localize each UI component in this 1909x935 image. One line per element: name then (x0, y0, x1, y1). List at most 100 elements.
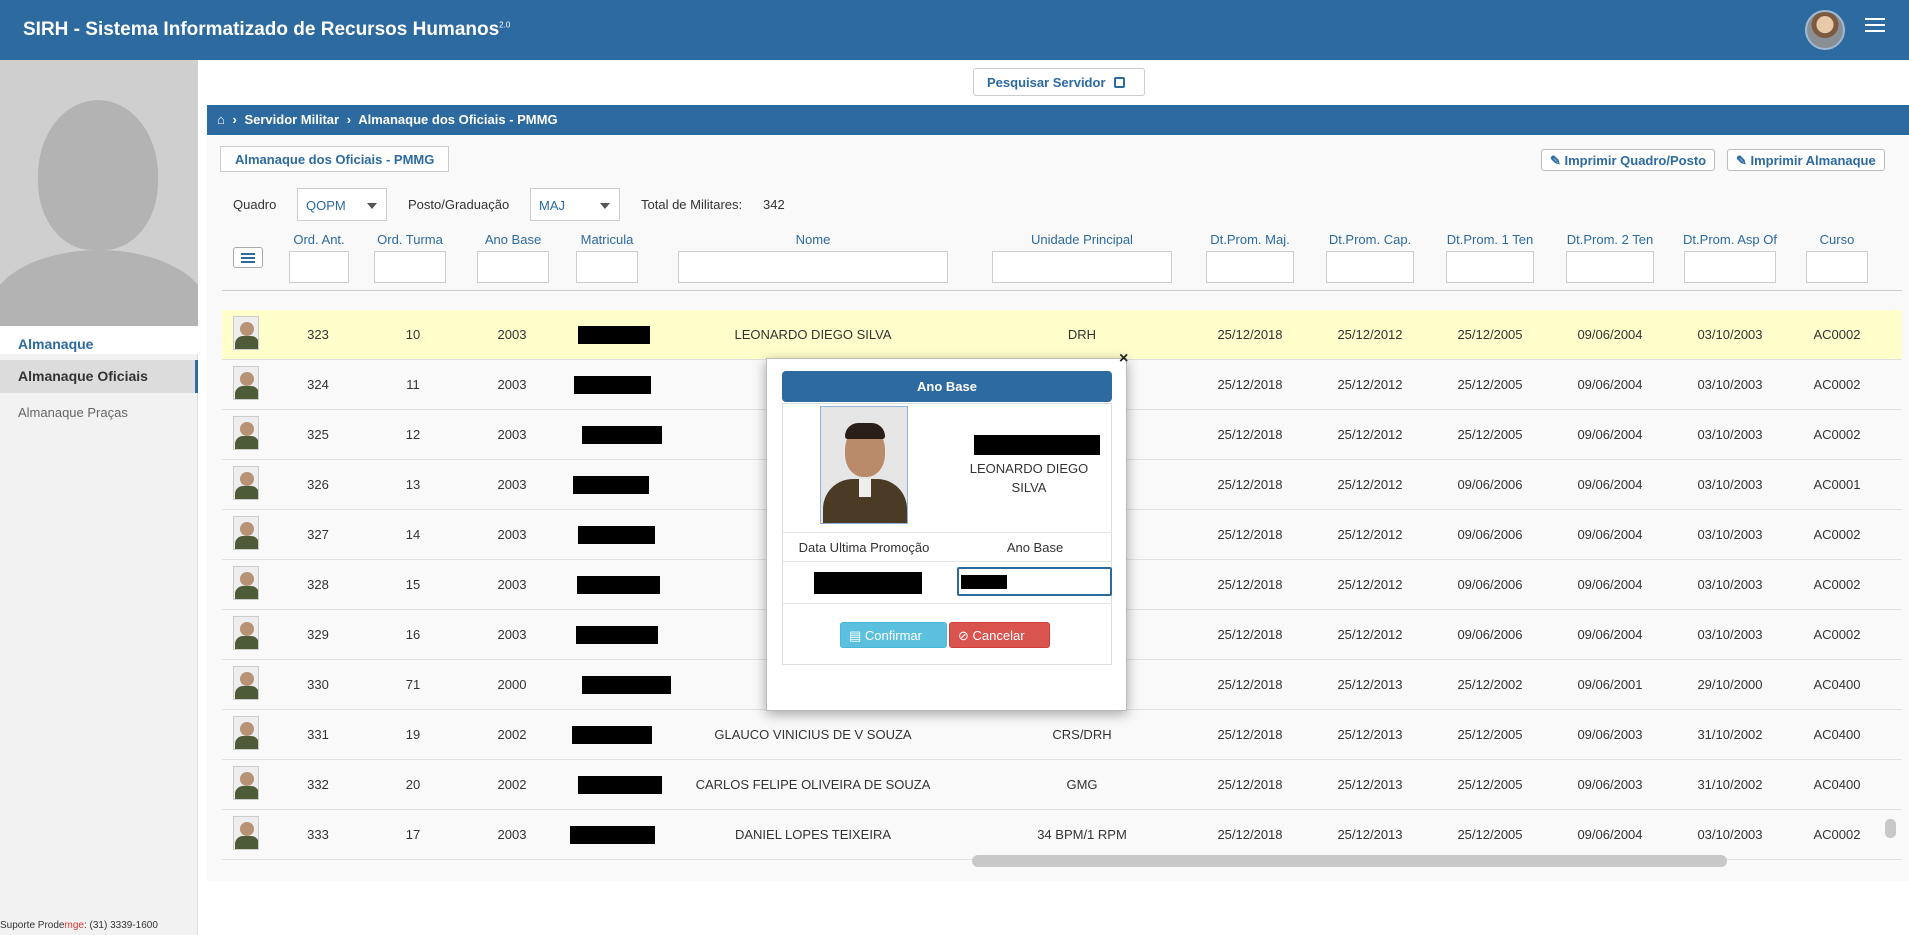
table-cell-maj: 25/12/2018 (1217, 427, 1283, 442)
modal-divider (782, 532, 1112, 533)
column-filter-input[interactable] (576, 251, 638, 283)
table-cell-ano: 2003 (497, 477, 527, 492)
table-cell-maj: 25/12/2018 (1217, 327, 1283, 342)
table-cell-ten2: 09/06/2003 (1577, 727, 1643, 742)
cancel-button[interactable]: ⊘ Cancelar (949, 622, 1050, 648)
column-header[interactable]: Dt.Prom. Asp Of (1664, 232, 1796, 247)
sidebar-section-almanaque[interactable]: Almanaque (0, 326, 198, 354)
table-cell-maj: 25/12/2018 (1217, 677, 1283, 692)
app-version: 2.0 (499, 20, 511, 30)
table-cell-ten1: 25/12/2005 (1457, 727, 1523, 742)
horizontal-scrollbar[interactable] (972, 855, 1727, 867)
table-row[interactable]: 333 17 2003 DANIEL LOPES TEIXEIRA 34 BPM/1 R… (222, 810, 1902, 860)
table-cell-nome: GLAUCO VINICIUS DE V SOUZA (714, 727, 912, 742)
footer-prefix: Suporte Prode (0, 920, 65, 931)
column-filter-input[interactable] (1206, 251, 1294, 283)
redacted-ano-base-value (961, 575, 1007, 589)
close-icon[interactable]: × (1119, 350, 1128, 368)
column-filter-input[interactable] (1806, 251, 1868, 283)
column-header[interactable]: Ano Base (457, 232, 569, 247)
column-header[interactable]: Curso (1786, 232, 1888, 247)
table-cell-cap: 25/12/2013 (1337, 727, 1403, 742)
column-filter-input[interactable] (1566, 251, 1654, 283)
tab-almanaque-oficiais[interactable]: Almanaque dos Oficiais - PMMG (220, 146, 450, 172)
officer-thumbnail[interactable] (233, 766, 259, 800)
table-cell-ano: 2003 (497, 327, 527, 342)
table-cell-ord: 331 (307, 727, 329, 742)
posto-select-value: MAJ (539, 198, 565, 213)
column-header[interactable]: Matricula (556, 232, 658, 247)
column-filter-input[interactable] (1684, 251, 1776, 283)
print-almanaque-button[interactable]: ✎ Imprimir Almanaque (1727, 149, 1885, 171)
officer-thumbnail[interactable] (233, 716, 259, 750)
column-filter-input[interactable] (678, 251, 948, 283)
table-cell-maj: 25/12/2018 (1217, 627, 1283, 642)
home-icon[interactable]: ⌂ (217, 112, 225, 127)
column-filter-input[interactable] (289, 251, 349, 283)
pencil-icon: ✎ (1736, 153, 1751, 168)
hamburger-menu-icon[interactable] (1865, 18, 1885, 36)
table-row[interactable]: 323 10 2003 LEONARDO DIEGO SILVA DRH 25/12/20… (222, 310, 1902, 360)
table-cell-maj: 25/12/2018 (1217, 577, 1283, 592)
officer-thumbnail[interactable] (233, 816, 259, 850)
column-header[interactable]: Dt.Prom. 2 Ten (1546, 232, 1674, 247)
modal-divider (782, 603, 1112, 604)
column-filter-input[interactable] (374, 251, 446, 283)
search-server-button[interactable]: Pesquisar Servidor (973, 68, 1145, 96)
table-cell-ten2: 09/06/2004 (1577, 477, 1643, 492)
table-cell-ord: 329 (307, 627, 329, 642)
table-cell-ano: 2002 (497, 777, 527, 792)
table-row[interactable]: 332 20 2002 CARLOS FELIPE OLIVEIRA DE SOUZA… (222, 760, 1902, 810)
column-header[interactable]: Nome (658, 232, 968, 247)
user-avatar[interactable] (1805, 10, 1845, 50)
table-cell-asp: 03/10/2003 (1697, 427, 1763, 442)
table-cell-curso: AC0400 (1813, 677, 1861, 692)
table-cell-cap: 25/12/2012 (1337, 577, 1403, 592)
breadcrumb-item-servidor-militar[interactable]: Servidor Militar (244, 112, 339, 127)
column-filter-input[interactable] (477, 251, 549, 283)
table-cell-curso: AC0002 (1813, 377, 1861, 392)
redacted-matricula (578, 526, 655, 544)
table-cell-ten1: 09/06/2006 (1457, 527, 1523, 542)
table-cell-curso: AC0002 (1813, 627, 1861, 642)
officer-thumbnail[interactable] (233, 416, 259, 450)
print-quadro-posto-button[interactable]: ✎ Imprimir Quadro/Posto (1541, 149, 1716, 171)
column-header[interactable]: Dt.Prom. Cap. (1306, 232, 1434, 247)
table-cell-unidade: CRS/DRH (1052, 727, 1112, 742)
table-cell-asp: 03/10/2003 (1697, 327, 1763, 342)
officer-thumbnail[interactable] (233, 466, 259, 500)
quadro-select[interactable]: QOPM (297, 188, 387, 221)
sidebar-item-almanaque-oficiais[interactable]: Almanaque Oficiais (0, 360, 198, 393)
modal-divider (782, 561, 1112, 562)
table-cell-ord: 327 (307, 527, 329, 542)
table-cell-ten1: 09/06/2006 (1457, 477, 1523, 492)
print-almanaque-label: Imprimir Almanaque (1750, 153, 1876, 168)
column-header[interactable]: Unidade Principal (972, 232, 1192, 247)
officer-thumbnail[interactable] (233, 316, 259, 350)
officer-thumbnail[interactable] (233, 666, 259, 700)
redacted-matricula (582, 426, 662, 444)
confirm-button[interactable]: ▤ Confirmar (840, 622, 947, 648)
table-row[interactable]: 331 19 2002 GLAUCO VINICIUS DE V SOUZA CRS/D… (222, 710, 1902, 760)
ano-base-input[interactable] (957, 567, 1112, 596)
breadcrumb-item-almanaque[interactable]: Almanaque dos Oficiais - PMMG (358, 112, 557, 127)
officer-thumbnail[interactable] (233, 616, 259, 650)
table-cell-ord: 323 (307, 327, 329, 342)
column-filter-input[interactable] (1326, 251, 1414, 283)
column-filter-input[interactable] (1446, 251, 1534, 283)
posto-label: Posto/Graduação (408, 197, 510, 212)
table-cell-turma: 20 (405, 777, 421, 792)
column-header[interactable]: Dt.Prom. Maj. (1186, 232, 1314, 247)
column-header[interactable]: Ord. Turma (354, 232, 466, 247)
table-cell-ten1: 25/12/2002 (1457, 677, 1523, 692)
table-cell-ten1: 25/12/2005 (1457, 427, 1523, 442)
officer-thumbnail[interactable] (233, 516, 259, 550)
officer-thumbnail[interactable] (233, 566, 259, 600)
vertical-scrollbar[interactable] (1885, 819, 1896, 838)
officer-thumbnail[interactable] (233, 366, 259, 400)
posto-select[interactable]: MAJ (530, 188, 620, 221)
column-header[interactable]: Dt.Prom. 1 Ten (1426, 232, 1554, 247)
columns-toggle-button[interactable] (233, 247, 263, 268)
sidebar-item-almanaque-pracas[interactable]: Almanaque Praças (18, 405, 128, 420)
column-filter-input[interactable] (992, 251, 1172, 283)
